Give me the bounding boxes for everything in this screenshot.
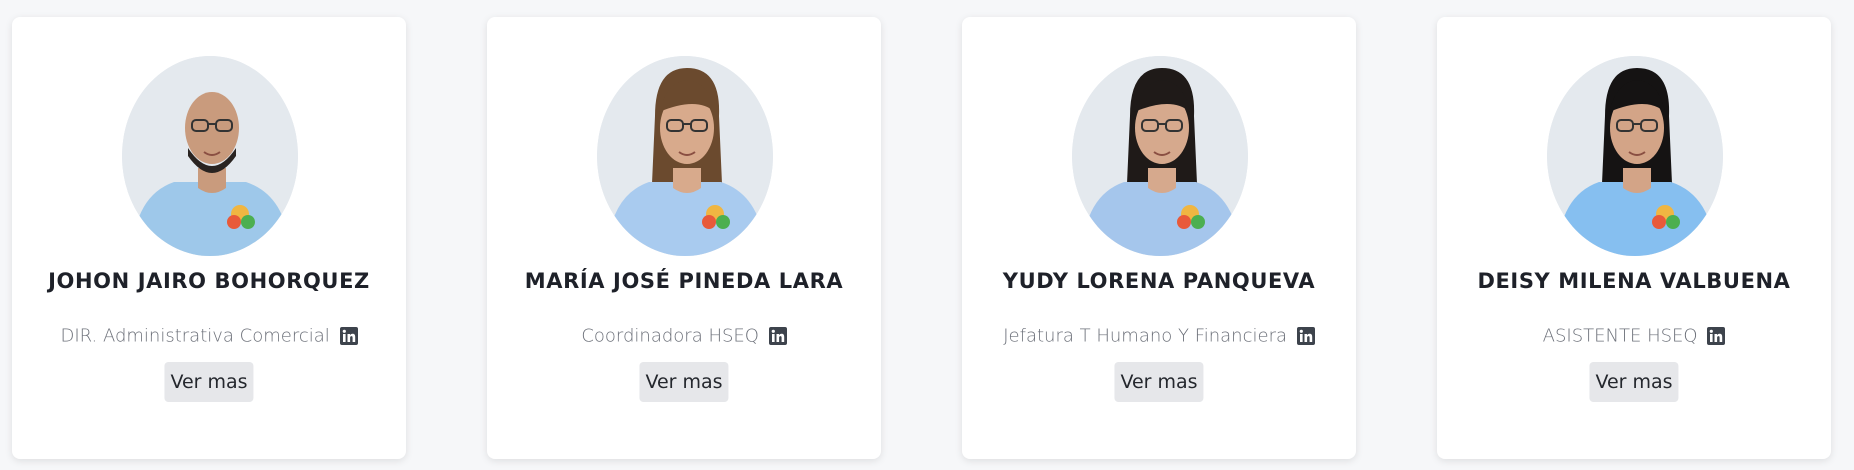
linkedin-icon[interactable] [1707,327,1726,345]
member-role: ASISTENTE HSEQ [1437,325,1831,347]
neck [1623,168,1651,193]
member-name: DEISY MILENA VALBUENA [1477,269,1791,293]
see-more-button[interactable]: Ver mas [1589,362,1679,402]
neck [673,168,701,193]
shirt-logo-accent-2 [1177,215,1191,229]
see-more-button[interactable]: Ver mas [1114,362,1204,402]
avatar [1547,56,1723,256]
avatar-photo [1072,56,1248,256]
member-role: Jefatura T Humano Y Financiera [962,325,1356,347]
member-role-text: ASISTENTE HSEQ [1542,325,1698,347]
shirt-logo-accent-2 [1652,215,1666,229]
member-role-text: Jefatura T Humano Y Financiera [1003,325,1287,347]
shirt-logo-accent [1666,215,1680,229]
avatar [122,56,298,256]
member-role-text: Coordinadora HSEQ [581,325,759,347]
member-name: YUDY LORENA PANQUEVA [1002,269,1316,293]
team-member-card: MARÍA JOSÉ PINEDA LARA Coordinadora HSEQ… [487,17,881,459]
member-name: JOHON JAIRO BOHORQUEZ [48,269,370,293]
shirt-logo-accent [241,215,255,229]
member-role-text: DIR. Administrativa Comercial [60,325,330,347]
team-member-card: YUDY LORENA PANQUEVA Jefatura T Humano Y… [962,17,1356,459]
member-role: Coordinadora HSEQ [487,325,881,347]
avatar [1072,56,1248,256]
see-more-button[interactable]: Ver mas [639,362,729,402]
shirt-logo-accent [716,215,730,229]
avatar [597,56,773,256]
shirt-logo-accent [1191,215,1205,229]
shirt-logo-accent-2 [702,215,716,229]
linkedin-icon[interactable] [339,327,358,345]
team-member-card: DEISY MILENA VALBUENA ASISTENTE HSEQ Ver… [1437,17,1831,459]
team-section: JOHON JAIRO BOHORQUEZ DIR. Administrativ… [0,0,1854,470]
avatar-photo [597,56,773,256]
avatar-photo [122,56,298,256]
linkedin-icon[interactable] [768,327,787,345]
linkedin-icon[interactable] [1296,327,1315,345]
neck [1148,168,1176,193]
see-more-button[interactable]: Ver mas [164,362,254,402]
team-member-card: JOHON JAIRO BOHORQUEZ DIR. Administrativ… [12,17,406,459]
shirt-logo-accent-2 [227,215,241,229]
member-role: DIR. Administrativa Comercial [12,325,406,347]
avatar-photo [1547,56,1723,256]
member-name: MARÍA JOSÉ PINEDA LARA [524,269,844,293]
